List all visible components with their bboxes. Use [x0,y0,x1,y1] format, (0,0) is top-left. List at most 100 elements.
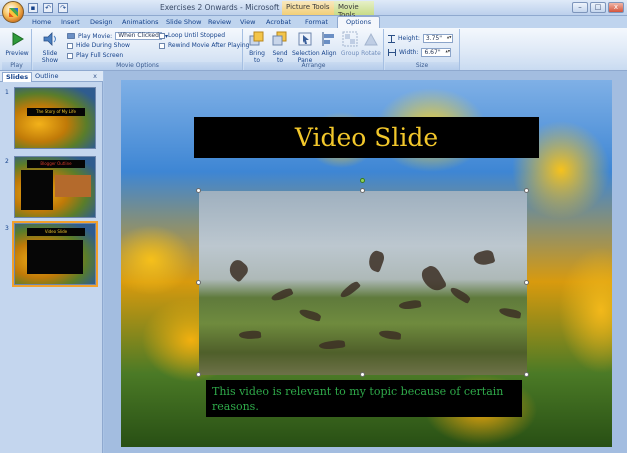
minimize-button[interactable]: – [572,2,588,13]
thumbnail-video [27,240,83,274]
ribbon-tabs: Home Insert Design Animations Slide Show… [0,16,627,28]
bird-shape [448,286,472,304]
slide-canvas: Video Slide This video is relevant to my… [104,71,627,453]
bird-shape [472,248,496,268]
close-button[interactable]: x [608,2,624,13]
preview-button[interactable]: Preview [4,31,30,57]
bird-shape [378,330,402,340]
tab-options[interactable]: Options [337,16,381,28]
office-button-icon[interactable] [2,1,24,23]
bird-shape [418,263,448,295]
ribbon: Preview Play Slide Show Volume Play Movi… [0,28,627,71]
slide-thumbnail-3[interactable]: Video Slide [12,221,98,287]
slides-panel: Slides Outline x 1 The Story of My Life … [0,71,103,453]
resize-handle[interactable] [524,280,529,285]
maximize-button[interactable]: □ [590,2,606,13]
hide-during-show-checkbox[interactable] [67,42,73,49]
group-icon [342,31,358,47]
resize-handle[interactable] [360,188,365,193]
tab-home[interactable]: Home [32,17,51,27]
bird-shape [366,249,386,273]
bird-shape [498,307,522,319]
thumbnail-title: The Story of My Life [27,108,85,116]
thumbnail-title: Blogger Outline [27,160,85,168]
group-size: Height: 3.75" Width: 6.67" Size [385,29,460,70]
play-full-screen-row[interactable]: Play Full Screen [67,52,123,59]
movie-tools-label: Movie Tools [334,1,374,19]
tab-slides[interactable]: Slides [2,72,33,82]
width-input[interactable]: 6.67" [421,48,452,57]
rotate-icon [364,32,378,46]
resize-handle[interactable] [360,372,365,377]
bring-to-front-icon [249,31,264,46]
save-icon[interactable]: ▪ [28,3,38,13]
slide-caption[interactable]: This video is relevant to my topic becau… [206,380,522,417]
loop-until-stopped-row[interactable]: Loop Until Stopped [159,32,225,39]
tab-view[interactable]: View [240,17,255,27]
bird-shape [339,279,361,301]
slide-number: 3 [5,225,9,232]
align-button[interactable]: Align [319,31,339,57]
send-to-back-icon [272,31,287,46]
play-movie-row: Play Movie: When Clicked ▾ [67,32,168,40]
group-arrange: Bring to Front Send to Back Selection Pa… [244,29,384,71]
rewind-after-playing-checkbox[interactable] [159,42,165,49]
redo-icon[interactable]: ↷ [58,3,68,13]
quick-access-toolbar: ▪ ↶ ↷ [28,3,68,13]
bird-shape [225,257,251,283]
height-row: Height: 3.75" [388,34,453,43]
bird-shape [298,308,322,322]
height-input[interactable]: 3.75" [422,34,453,43]
tab-design[interactable]: Design [90,17,112,27]
slide-title[interactable]: Video Slide [194,117,539,158]
movie-icon [67,33,75,39]
movie-object[interactable] [199,191,527,375]
speaker-icon [43,32,56,46]
resize-handle[interactable] [196,188,201,193]
slide-number: 2 [5,158,9,165]
thumbnail-title: Video Slide [27,228,85,236]
play-full-screen-checkbox[interactable] [67,52,73,59]
title-bar: ▪ ↶ ↷ Exercises 2 Onwards - Microsoft Po… [0,0,627,23]
align-icon [322,32,334,46]
panel-tabs: Slides Outline x [0,71,103,82]
tab-animations[interactable]: Animations [122,17,159,27]
slide-thumbnail-1[interactable]: The Story of My Life [14,87,96,149]
rotate-handle[interactable] [360,178,365,183]
panel-close-icon[interactable]: x [90,72,100,82]
play-icon [12,32,24,46]
selection-pane-icon [298,32,312,46]
tab-slide-show[interactable]: Slide Show [166,17,201,27]
tab-acrobat[interactable]: Acrobat [266,17,291,27]
resize-handle[interactable] [524,372,529,377]
thumbnail-picture [55,175,91,197]
undo-icon[interactable]: ↶ [43,3,53,13]
selection-pane-button[interactable]: Selection Pane [292,31,320,64]
group-label-size: Size [385,62,459,70]
tab-insert[interactable]: Insert [61,17,80,27]
group-button[interactable]: Group [340,31,360,57]
bird-shape [318,339,346,351]
bird-shape [398,299,422,311]
bird-shape [238,330,262,340]
height-icon [388,34,395,43]
current-slide: Video Slide This video is relevant to my… [121,80,612,447]
resize-handle[interactable] [524,188,529,193]
rewind-after-playing-row[interactable]: Rewind Movie After Playing [159,42,249,49]
group-movie-options: Slide Show Volume Play Movie: When Click… [33,29,249,71]
tab-review[interactable]: Review [208,17,231,27]
resize-handle[interactable] [196,372,201,377]
width-row: Width: 6.67" [388,48,452,57]
rotate-button[interactable]: Rotate [361,31,381,57]
resize-handle[interactable] [196,280,201,285]
picture-tools-label: Picture Tools [282,1,334,15]
tab-format[interactable]: Format [305,17,328,27]
slide-thumbnail-2[interactable]: Blogger Outline [14,156,96,218]
loop-until-stopped-checkbox[interactable] [159,32,165,39]
tab-outline[interactable]: Outline [32,72,62,82]
group-label-play: Play [2,62,31,70]
group-play: Preview Play [2,29,32,70]
group-label-arrange: Arrange [244,62,383,70]
play-movie-select[interactable]: When Clicked [115,32,162,40]
hide-during-show-row[interactable]: Hide During Show [67,42,130,49]
